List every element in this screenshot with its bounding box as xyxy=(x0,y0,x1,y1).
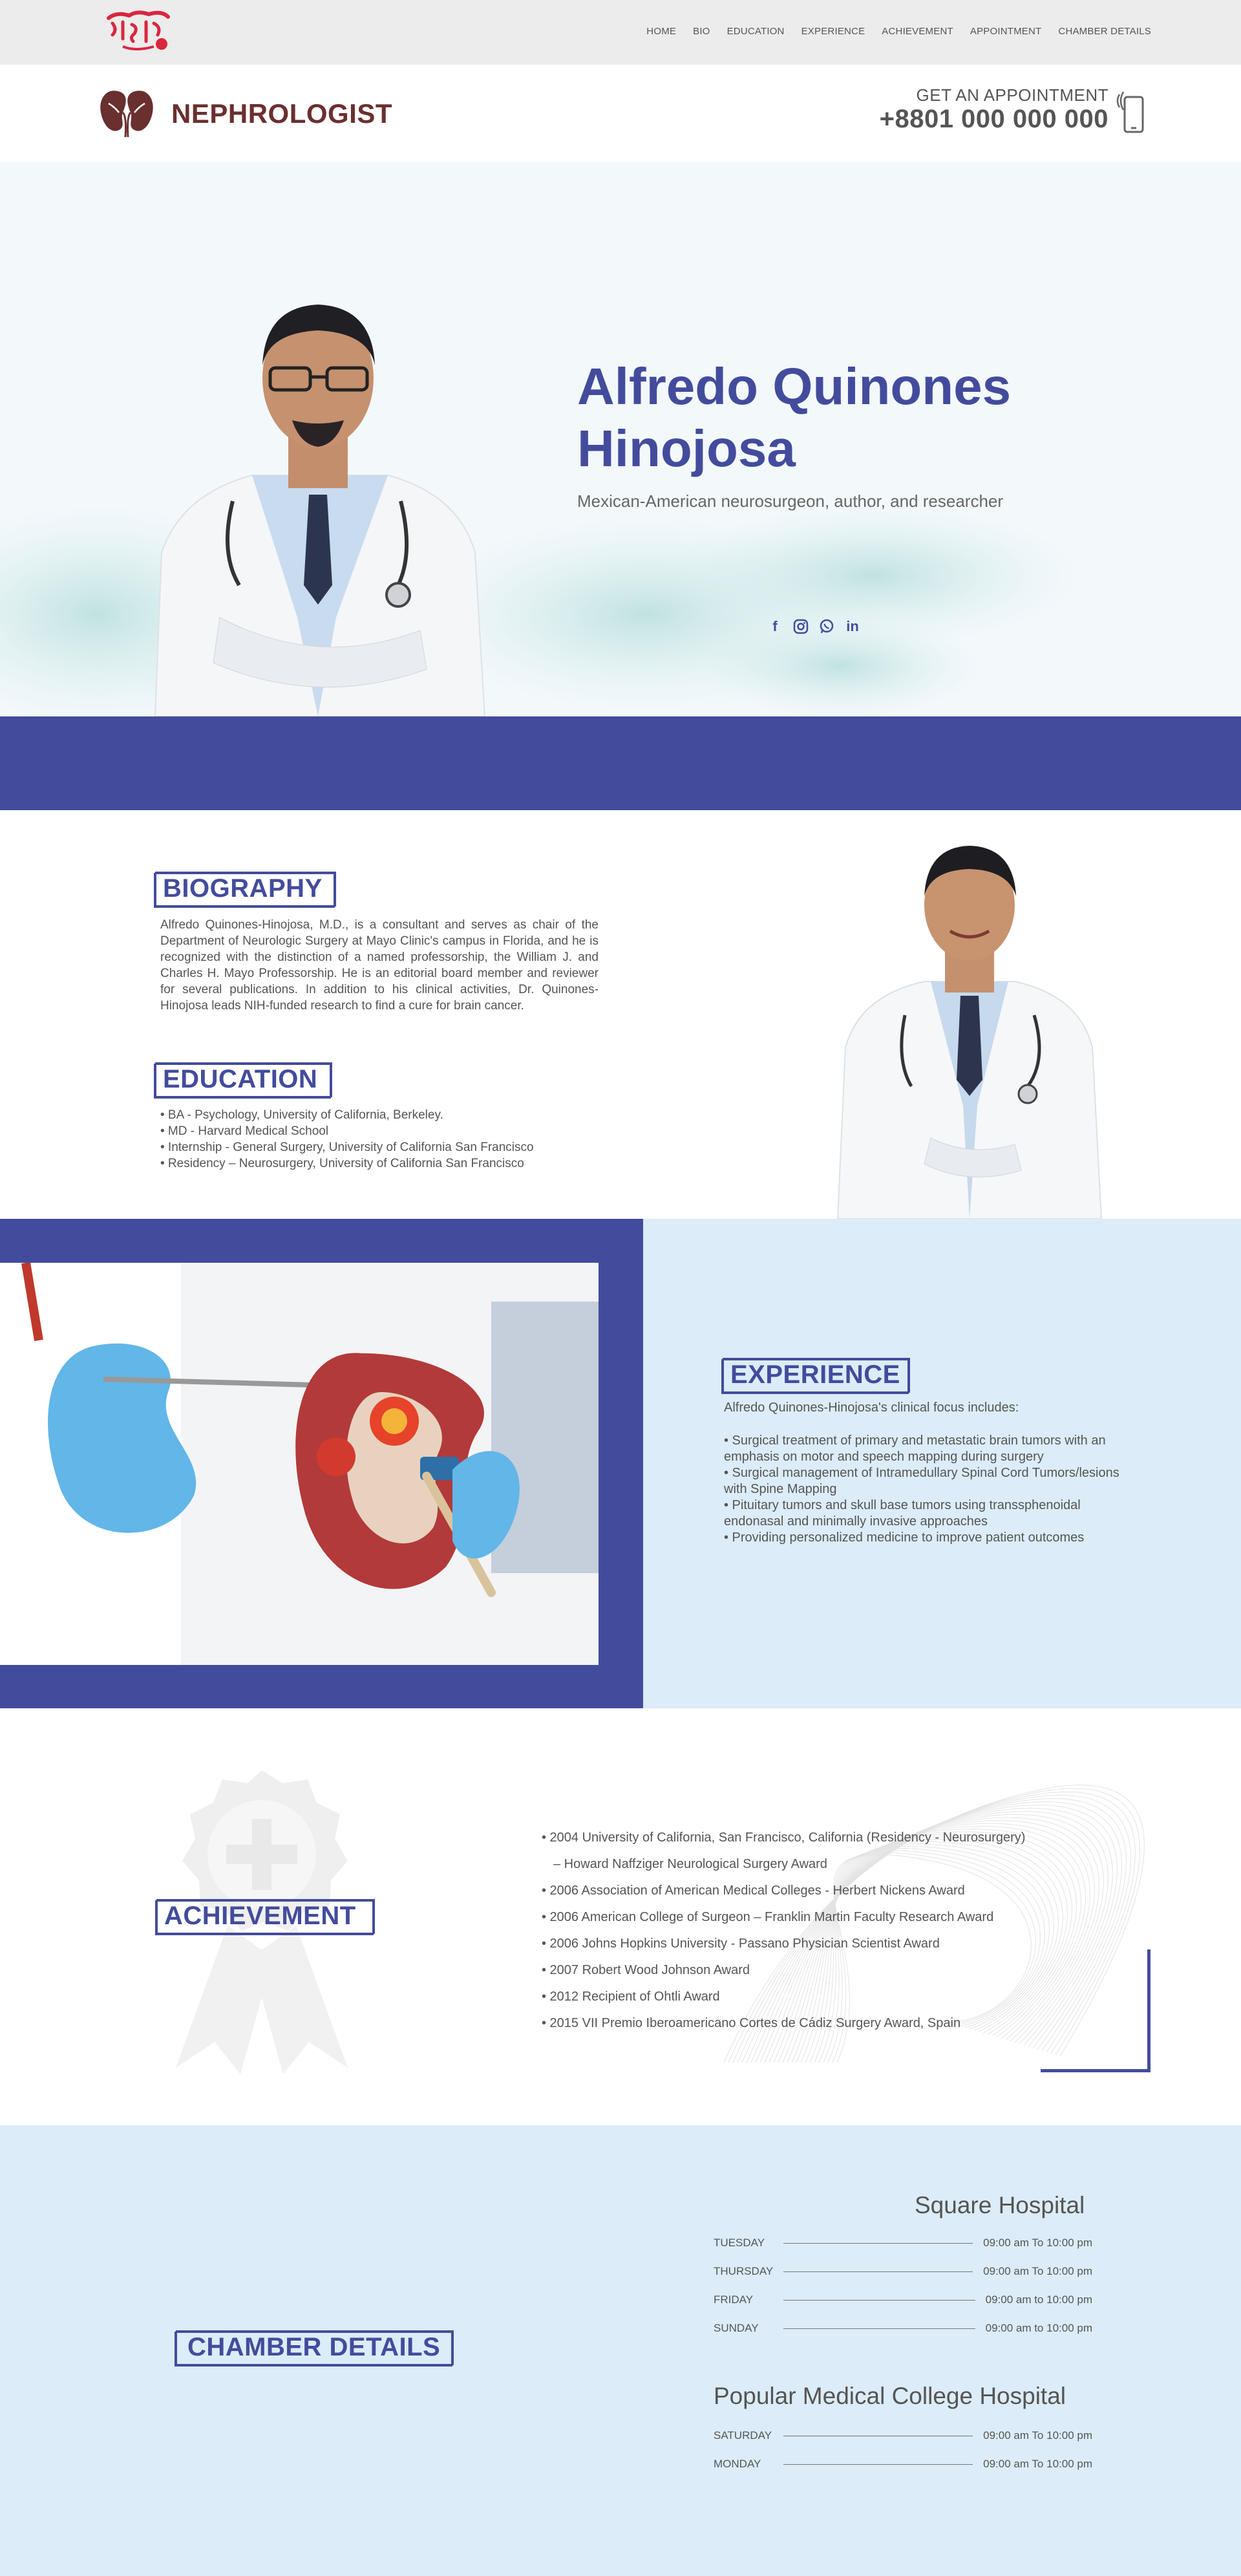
list-item: • 2004 University of California, San Fra… xyxy=(542,1830,1026,1845)
nav-home[interactable]: HOME xyxy=(646,26,676,37)
biography-text: Alfredo Quinones-Hinojosa, M.D., is a co… xyxy=(160,918,599,1013)
schedule-time: 09:00 am to 10:00 pm xyxy=(985,2322,1092,2334)
list-item: • 2012 Recipient of Ohtli Award xyxy=(542,1990,720,2004)
kidney-model-illustration xyxy=(0,1263,599,1665)
divider xyxy=(783,2463,973,2465)
schedule-day: SATURDAY xyxy=(714,2429,772,2442)
nav-bio[interactable]: BIO xyxy=(693,26,710,37)
social-links: f in xyxy=(766,617,862,636)
nav-education[interactable]: EDUCATION xyxy=(727,26,785,37)
doctor-smiling-photo xyxy=(836,846,1103,1219)
schedule-time: 09:00 am To 10:00 pm xyxy=(983,2265,1092,2277)
schedule-day: THURSDAY xyxy=(714,2265,774,2277)
experience-title: EXPERIENCE xyxy=(730,1360,900,1389)
whatsapp-icon[interactable] xyxy=(818,617,836,636)
list-item: • Internship - General Surgery, Universi… xyxy=(160,1141,534,1154)
schedule-day: MONDAY xyxy=(714,2458,761,2470)
site-logo[interactable] xyxy=(103,9,175,53)
achievement-title: ACHIEVEMENT xyxy=(164,1902,356,1930)
main-nav: HOME BIO EDUCATION EXPERIENCE ACHIEVEMEN… xyxy=(646,26,1151,37)
list-item: • Surgical treatment of primary and meta… xyxy=(724,1433,1106,1464)
schedule-day: TUESDAY xyxy=(714,2237,765,2249)
schedule-row: SUNDAY 09:00 am to 10:00 pm xyxy=(714,2321,1092,2335)
schedule-day: SUNDAY xyxy=(714,2322,759,2334)
list-item: • Surgical management of Intramedullary … xyxy=(724,1466,1119,1496)
decorative-corner xyxy=(1041,1949,1151,2072)
kidney-icon xyxy=(100,91,153,138)
list-item: • Providing personalized medicine to imp… xyxy=(724,1530,1085,1545)
divider xyxy=(783,2242,973,2244)
doctor-subtitle: Mexican-American neurosurgeon, author, a… xyxy=(577,491,1004,511)
schedule-row: TUESDAY 09:00 am To 10:00 pm xyxy=(714,2236,1092,2250)
accent-band xyxy=(0,716,1241,810)
list-item: • 2006 Association of American Medical C… xyxy=(542,1884,965,1898)
list-item: • 2007 Robert Wood Johnson Award xyxy=(542,1963,750,1977)
list-item: • Pituitary tumors and skull base tumors… xyxy=(724,1498,1081,1529)
divider xyxy=(783,2271,973,2272)
schedule-row: SATURDAY 09:00 am To 10:00 pm xyxy=(714,2429,1092,2443)
education-list: • BA - Psychology, University of Califor… xyxy=(160,1107,534,1172)
appointment-phone[interactable]: +8801 000 000 000 xyxy=(880,105,1108,134)
list-item: • Residency – Neurosurgery, University o… xyxy=(160,1157,524,1170)
chamber-title: CHAMBER DETAILS xyxy=(187,2333,441,2361)
divider xyxy=(783,2299,975,2301)
appointment-label: GET AN APPOINTMENT xyxy=(916,85,1108,105)
schedule-day: FRIDAY xyxy=(714,2293,754,2306)
biography-title: BIOGRAPHY xyxy=(163,874,323,903)
site-header: NEPHROLOGIST GET AN APPOINTMENT +8801 00… xyxy=(0,65,1241,162)
facebook-icon[interactable]: f xyxy=(766,617,784,636)
kidney-model-photo xyxy=(0,1263,599,1665)
nav-achievement[interactable]: ACHIEVEMENT xyxy=(882,26,953,37)
list-item: • 2015 VII Premio Iberoamericano Cortes … xyxy=(542,2016,961,2030)
list-item: • MD - Harvard Medical School xyxy=(160,1124,329,1138)
list-item: – Howard Naffziger Neurological Surgery … xyxy=(553,1857,827,1871)
brand-title: NEPHROLOGIST xyxy=(171,98,393,129)
nav-experience[interactable]: EXPERIENCE xyxy=(801,26,865,37)
doctor-name: Alfredo Quinones Hinojosa xyxy=(577,358,1012,477)
phone-icon[interactable] xyxy=(1116,88,1151,136)
top-nav-bar: HOME BIO EDUCATION EXPERIENCE ACHIEVEMEN… xyxy=(0,0,1241,65)
experience-intro: Alfredo Quinones-Hinojosa's clinical foc… xyxy=(724,1401,1019,1415)
doctor-portrait xyxy=(154,305,486,716)
schedule-row: FRIDAY 09:00 am to 10:00 pm xyxy=(714,2293,1092,2307)
hero-section: Alfredo Quinones Hinojosa Mexican-Americ… xyxy=(0,162,1241,716)
experience-list: • Surgical treatment of primary and meta… xyxy=(724,1433,1131,1546)
list-item: • 2006 Johns Hopkins University - Passan… xyxy=(542,1937,940,1951)
nav-chamber-details[interactable]: CHAMBER DETAILS xyxy=(1058,26,1151,37)
hospital-name: Square Hospital xyxy=(915,2192,1085,2218)
list-item: • 2006 American College of Surgeon – Fra… xyxy=(542,1910,994,1924)
schedule-row: THURSDAY 09:00 am To 10:00 pm xyxy=(714,2264,1092,2279)
linkedin-icon[interactable]: in xyxy=(843,617,862,636)
schedule-row: MONDAY 09:00 am To 10:00 pm xyxy=(714,2457,1092,2471)
achievement-list: • 2004 University of California, San Fra… xyxy=(542,1825,1025,2037)
schedule-time: 09:00 am to 10:00 pm xyxy=(985,2293,1092,2306)
hospital-name: Popular Medical College Hospital xyxy=(714,2383,1066,2409)
education-title: EDUCATION xyxy=(163,1065,318,1093)
schedule-time: 09:00 am To 10:00 pm xyxy=(983,2237,1092,2249)
schedule-time: 09:00 am To 10:00 pm xyxy=(983,2429,1092,2442)
instagram-icon[interactable] xyxy=(792,617,810,636)
nav-appointment[interactable]: APPOINTMENT xyxy=(970,26,1042,37)
divider xyxy=(783,2328,975,2329)
schedule-time: 09:00 am To 10:00 pm xyxy=(983,2458,1092,2470)
list-item: • BA - Psychology, University of Califor… xyxy=(160,1108,443,1122)
